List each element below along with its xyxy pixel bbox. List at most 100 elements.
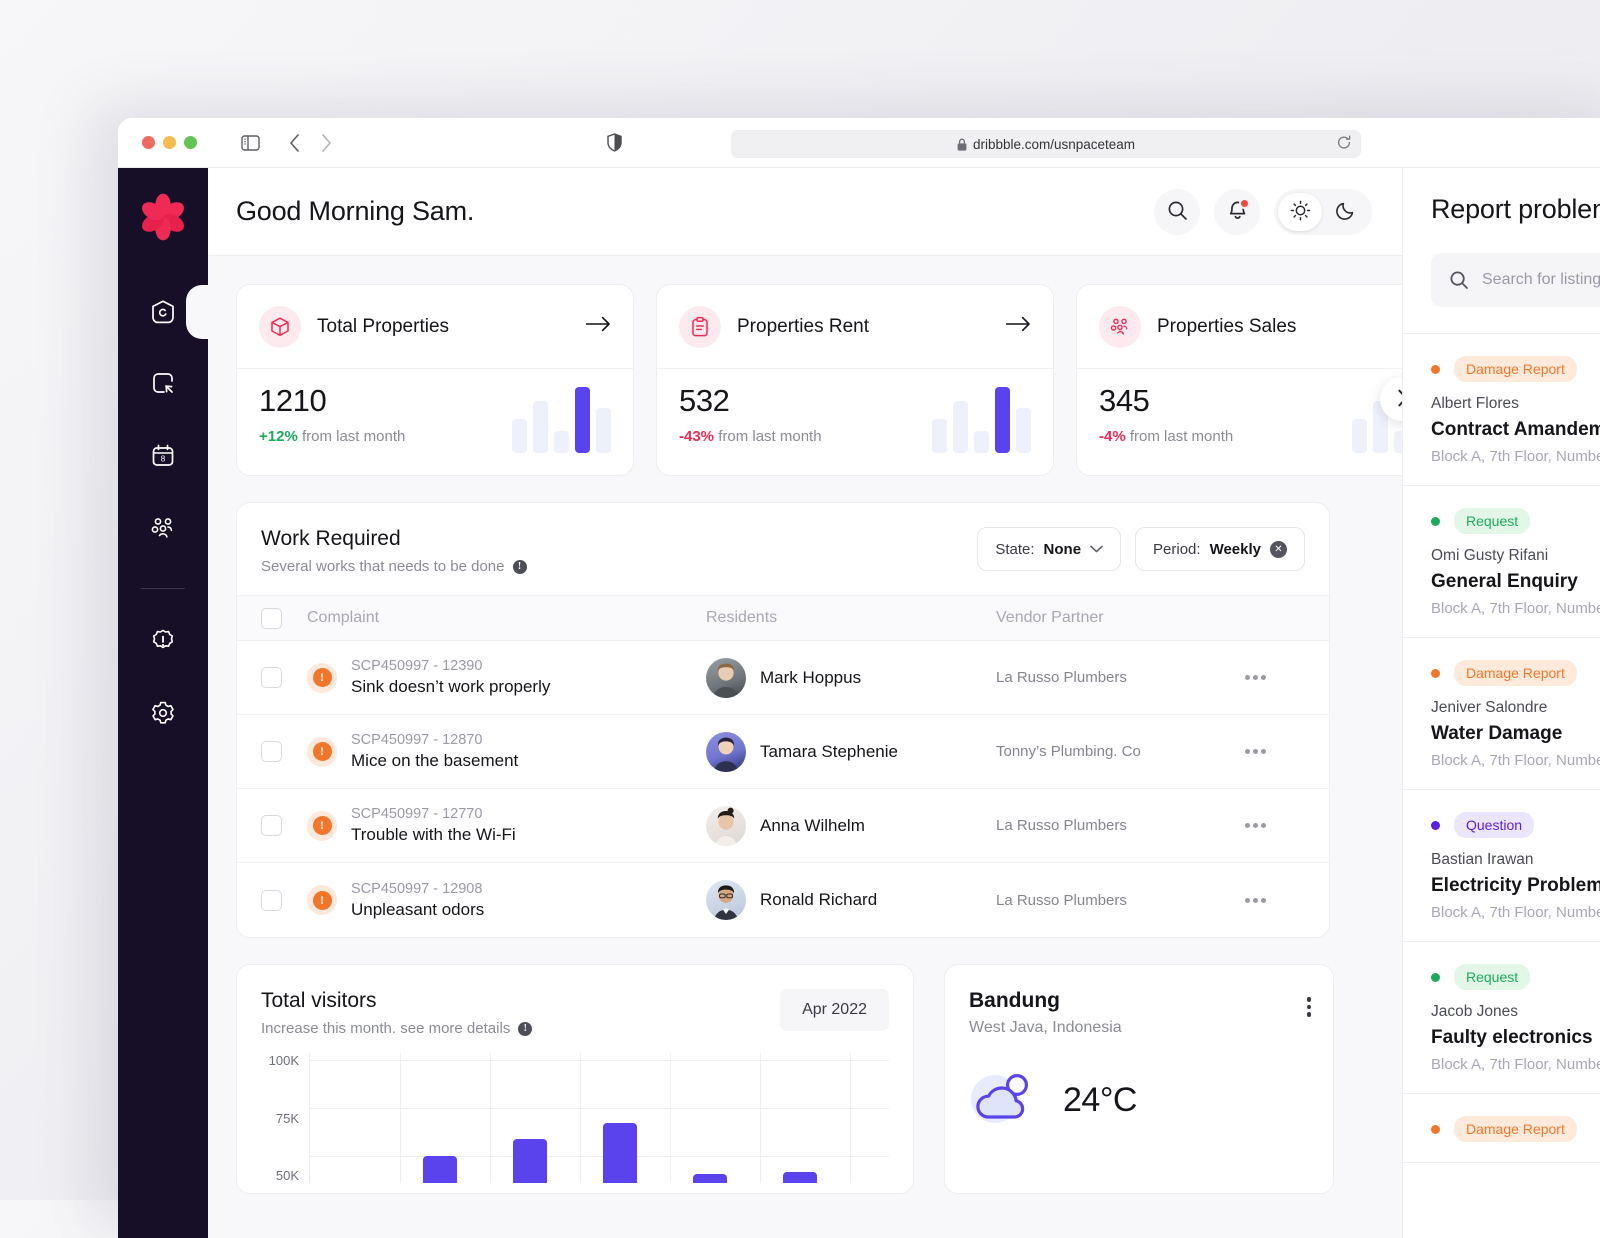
- chart-plot-area: [309, 1053, 889, 1183]
- moon-icon: [1336, 200, 1356, 223]
- chevron-down-icon: [1090, 545, 1103, 553]
- select-all-checkbox[interactable]: [261, 607, 282, 629]
- table-row[interactable]: ! SCP450997 - 12390 Sink doesn’t work pr…: [237, 641, 1329, 715]
- table-row[interactable]: ! SCP450997 - 12908 Unpleasant odors Ron…: [237, 863, 1329, 937]
- notifications-button[interactable]: [1214, 188, 1260, 235]
- calendar-day-number: 8: [161, 455, 166, 464]
- chart-bar: [783, 1172, 817, 1183]
- theme-toggle[interactable]: [1274, 188, 1372, 235]
- close-window-button[interactable]: [142, 136, 155, 149]
- list-item[interactable]: Damage Report Jeniver Salondre Water Dam…: [1403, 638, 1600, 790]
- status-dot: [1431, 1124, 1440, 1134]
- dark-mode-button[interactable]: [1324, 193, 1368, 231]
- sparkline-chart: [932, 387, 1031, 453]
- stat-card-title: Properties Sales: [1157, 315, 1297, 337]
- report-search-field[interactable]: Search for listing: [1431, 253, 1600, 307]
- state-filter[interactable]: State: None: [977, 527, 1122, 571]
- report-panel-header: Report problem: [1403, 168, 1600, 225]
- app-shell: 8 Good Morning Sam. Total Properties 121…: [118, 168, 1600, 1238]
- lock-icon: [957, 138, 967, 151]
- resident-cell: Mark Hoppus: [706, 657, 996, 698]
- sidebar-toggle-icon[interactable]: [237, 130, 263, 156]
- row-actions-menu[interactable]: [1245, 749, 1305, 754]
- state-filter-value: None: [1043, 540, 1082, 558]
- sidebar-item-settings[interactable]: [137, 687, 189, 739]
- status-badge: Damage Report: [1454, 1116, 1577, 1142]
- list-item[interactable]: Question Bastian Irawan Electricity Prob…: [1403, 790, 1600, 942]
- sidebar-item-calendar[interactable]: 8: [137, 430, 189, 482]
- stat-card-arrow-icon[interactable]: [1005, 316, 1031, 337]
- chevron-right-icon[interactable]: [313, 130, 339, 156]
- y-tick-50k: 50K: [275, 1168, 299, 1183]
- row-actions-menu[interactable]: [1245, 823, 1305, 828]
- sidebar-item-residents[interactable]: [137, 502, 189, 554]
- topbar: Good Morning Sam.: [208, 168, 1402, 256]
- chart-period-selector[interactable]: Apr 2022: [780, 989, 889, 1031]
- period-filter-value: Weekly: [1209, 540, 1261, 558]
- table-row[interactable]: ! SCP450997 - 12770 Trouble with the Wi-…: [237, 789, 1329, 863]
- complaint-cell: ! SCP450997 - 12770 Trouble with the Wi-…: [282, 806, 706, 845]
- settings-gear-icon: [149, 699, 177, 727]
- reload-icon[interactable]: [1337, 135, 1351, 153]
- close-icon[interactable]: ✕: [1270, 540, 1287, 558]
- weather-main: 24°C: [969, 1067, 1309, 1134]
- kebab-menu-icon[interactable]: [1306, 997, 1311, 1017]
- info-icon[interactable]: !: [512, 559, 527, 574]
- list-item[interactable]: Request Omi Gusty Rifani General Enquiry…: [1403, 486, 1600, 638]
- row-checkbox[interactable]: [261, 667, 282, 688]
- row-actions-menu[interactable]: [1245, 897, 1305, 903]
- search-icon: [1449, 270, 1469, 290]
- sidebar-item-alerts[interactable]: [137, 615, 189, 667]
- search-button[interactable]: [1154, 188, 1200, 235]
- list-item[interactable]: Damage Report Albert Flores Contract Ama…: [1403, 334, 1600, 486]
- stat-card-value: 345: [1099, 383, 1150, 418]
- resident-cell: Ronald Richard: [706, 880, 996, 920]
- stat-card-properties-rent[interactable]: Properties Rent 532 -43% from last month: [656, 284, 1054, 476]
- list-item[interactable]: Request Jacob Jones Faulty electronics B…: [1403, 942, 1600, 1094]
- list-item[interactable]: Damage Report: [1403, 1094, 1600, 1163]
- status-dot: [1431, 972, 1440, 982]
- info-icon[interactable]: !: [518, 1021, 533, 1036]
- minimize-window-button[interactable]: [163, 136, 176, 149]
- calendar-icon: 8: [149, 442, 177, 470]
- avatar: [706, 880, 746, 920]
- table-row[interactable]: ! SCP450997 - 12870 Mice on the basement: [237, 715, 1329, 789]
- browser-chrome: dribbble.com/usnpaceteam: [118, 118, 1600, 168]
- flower-logo: [142, 193, 184, 241]
- stat-card-subtext: -4% from last month: [1099, 428, 1233, 445]
- sun-icon: [1290, 200, 1311, 224]
- network-nodes-icon: [1099, 305, 1141, 348]
- stat-card-properties-sales[interactable]: Properties Sales 345 -4% from last month: [1076, 284, 1402, 476]
- row-checkbox[interactable]: [261, 889, 282, 911]
- dashboard-scroll-area: Total Properties 1210 +12% from last mon…: [208, 256, 1402, 1238]
- row-checkbox[interactable]: [261, 815, 282, 836]
- y-tick-75k: 75K: [275, 1110, 299, 1126]
- row-actions-menu[interactable]: [1245, 675, 1305, 680]
- stat-card-total-properties[interactable]: Total Properties 1210 +12% from last mon…: [236, 284, 634, 476]
- address-bar[interactable]: dribbble.com/usnpaceteam: [731, 130, 1361, 158]
- chart-bar: [423, 1156, 457, 1183]
- weather-region: West Java, Indonesia: [969, 1019, 1122, 1036]
- chevron-left-icon[interactable]: [281, 130, 307, 156]
- maximize-window-button[interactable]: [184, 136, 197, 149]
- stat-card-arrow-icon[interactable]: [585, 316, 611, 337]
- sidebar-item-home[interactable]: [137, 286, 189, 338]
- resident-name: Mark Hoppus: [760, 667, 862, 687]
- status-dot: [1431, 516, 1440, 526]
- shield-icon[interactable]: [601, 130, 627, 156]
- complaint-name: Mice on the basement: [351, 751, 519, 770]
- work-required-subtitle-text: Several works that needs to be done: [261, 558, 505, 575]
- row-checkbox[interactable]: [261, 741, 282, 762]
- sidebar-divider: [141, 588, 185, 589]
- period-filter[interactable]: Period: Weekly ✕: [1135, 527, 1305, 571]
- complaint-cell: ! SCP450997 - 12908 Unpleasant odors: [282, 881, 706, 920]
- sidebar-item-transactions[interactable]: [137, 358, 189, 410]
- stat-card-delta: -4%: [1099, 428, 1126, 445]
- stat-card-period: from last month: [718, 428, 822, 445]
- work-table-header: Complaint Residents Vendor Partner: [237, 595, 1329, 641]
- report-location: Block A, 7th Floor, Number 17: [1431, 448, 1600, 465]
- report-subject: Water Damage: [1431, 723, 1563, 744]
- status-dot: [1431, 364, 1440, 374]
- light-mode-button[interactable]: [1278, 192, 1322, 231]
- work-required-title: Work Required: [261, 527, 401, 550]
